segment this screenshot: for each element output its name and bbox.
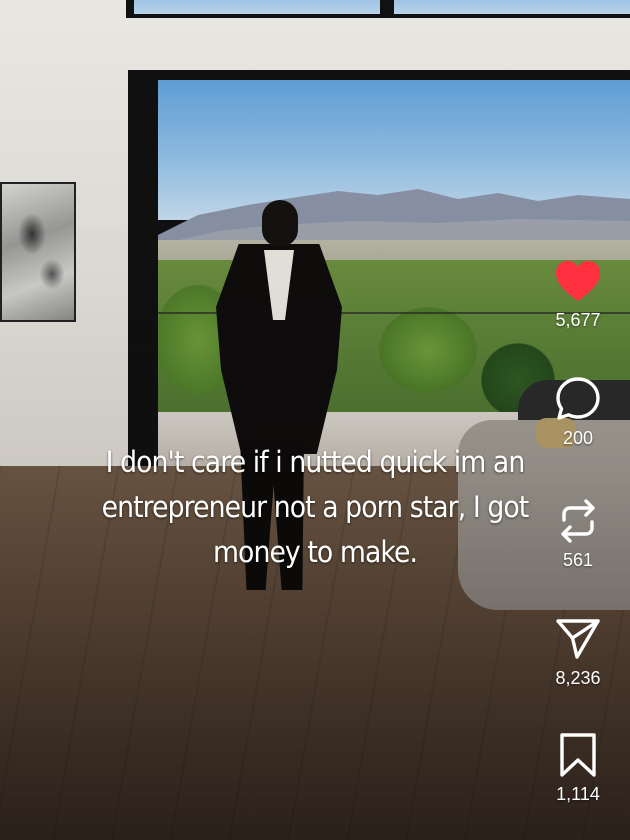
save-action: 1,114 [540, 730, 616, 805]
caption-line: I don't care if i nutted quick im an [105, 445, 526, 479]
save-count: 1,114 [556, 784, 600, 804]
comment-icon [556, 377, 600, 420]
caption-line: entrepreneur not a porn star, I got [101, 490, 530, 524]
heart-icon [556, 261, 600, 301]
comment-count: 200 [562, 428, 594, 448]
caption-line: money to make. [212, 535, 418, 569]
like-count: 5,677 [555, 310, 601, 330]
reel-viewer: I don't care if i nutted quick im an ent… [0, 0, 630, 840]
comment-action: 200 [540, 374, 616, 449]
bookmark-icon [560, 733, 596, 777]
share-count: 8,236 [555, 668, 601, 688]
save-button[interactable] [553, 730, 603, 780]
share-button[interactable] [553, 614, 603, 664]
repost-action: 561 [540, 496, 616, 571]
like-button[interactable] [553, 256, 603, 306]
repost-button[interactable] [553, 496, 603, 546]
comment-button[interactable] [553, 374, 603, 424]
share-action: 8,236 [540, 614, 616, 689]
post-caption: I don't care if i nutted quick im an ent… [80, 440, 549, 575]
like-action: 5,677 [540, 256, 616, 331]
send-icon [556, 619, 600, 659]
repost-count: 561 [562, 550, 594, 570]
repost-icon [561, 499, 595, 543]
